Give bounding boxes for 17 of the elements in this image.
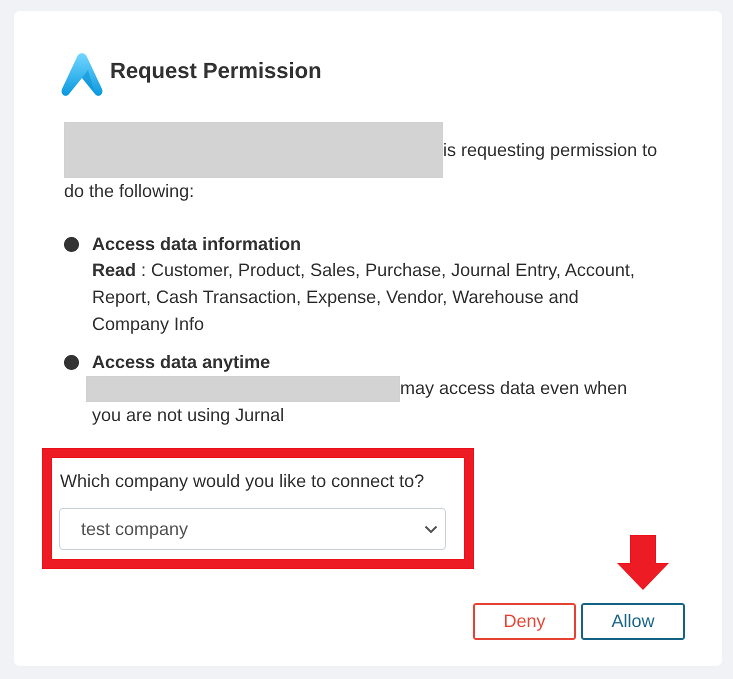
logo-icon — [60, 51, 104, 97]
chevron-down-icon — [424, 524, 438, 534]
intro-text: do the following: — [64, 181, 194, 201]
permission-title: Access data information — [92, 233, 302, 256]
permission-description: you are not using Jurnal — [92, 405, 284, 425]
permission-description: may access data even when — [400, 377, 628, 400]
dialog-title: Request Permission — [110, 57, 322, 85]
allow-button[interactable]: Allow — [581, 603, 685, 640]
bullet-icon — [64, 237, 79, 252]
company-select[interactable]: test company — [59, 508, 446, 550]
bullet-icon — [64, 355, 79, 370]
deny-button[interactable]: Deny — [473, 603, 576, 640]
company-select-label: Which company would you like to connect to? — [60, 470, 426, 493]
permission-description: Read : Customer, Product, Sales, Purchase, Journal Entry, Account, Report, Cash Transaction, Expense, Vendor, Warehouse and Company Info — [92, 259, 636, 336]
permission-title: Access data anytime — [92, 351, 272, 374]
down-arrow-icon — [617, 535, 669, 590]
intro-text: is requesting permission to — [443, 138, 658, 162]
